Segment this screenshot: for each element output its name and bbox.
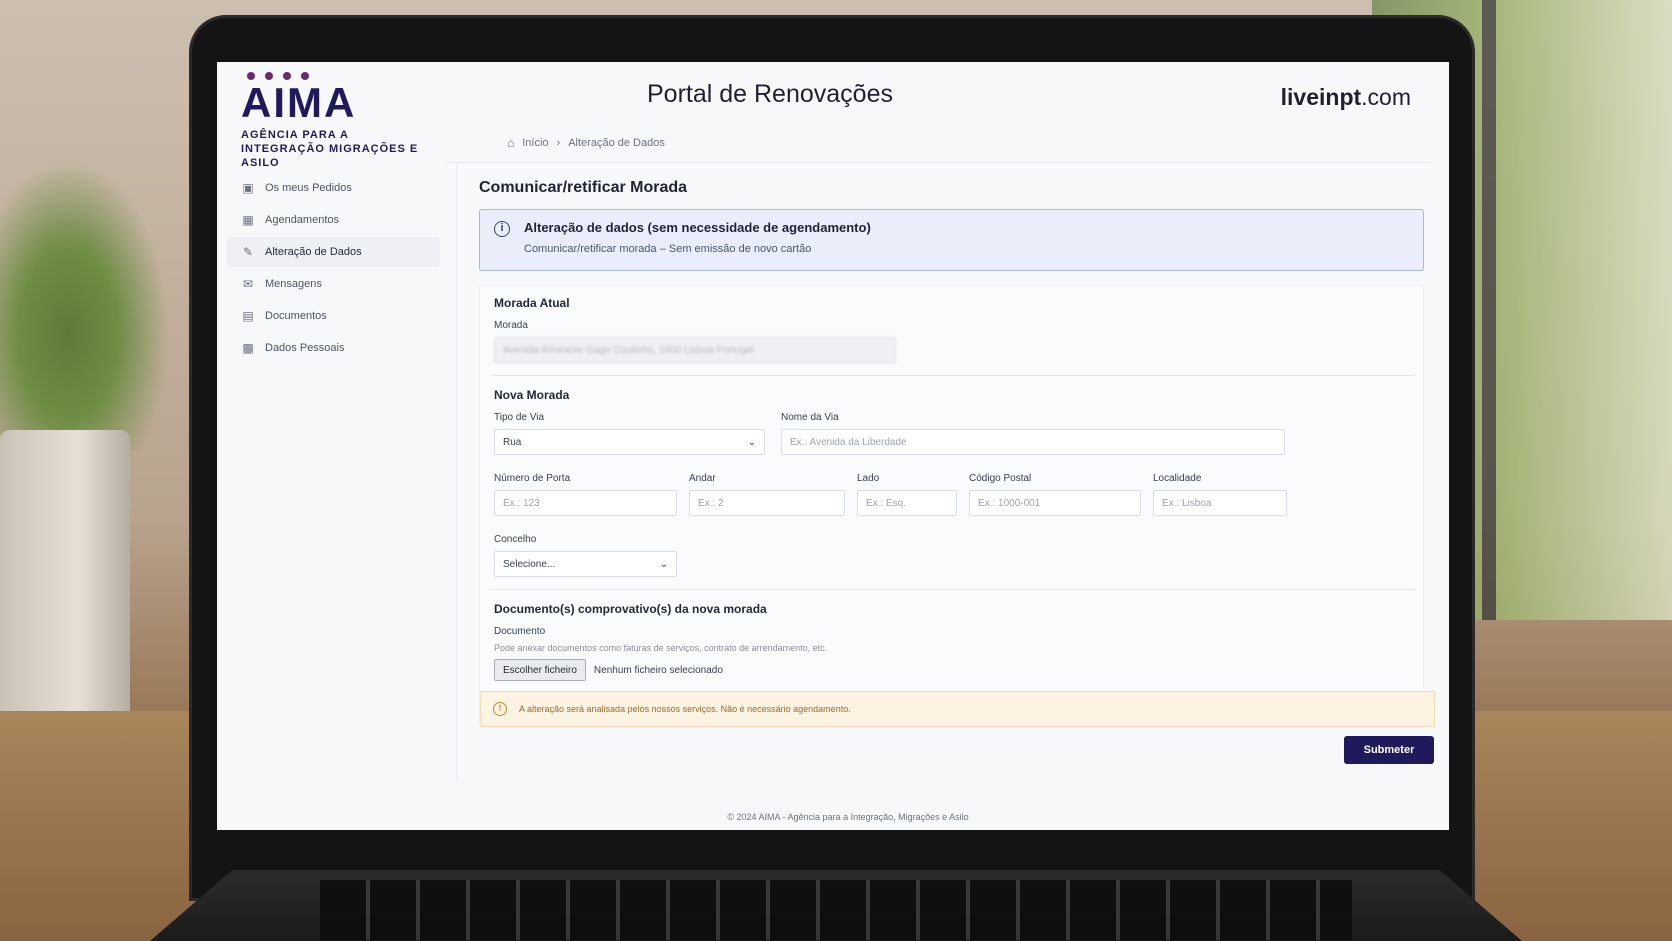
brand-bold: liveinpt [1280, 84, 1362, 110]
sidebar-item-pedidos[interactable]: ▣ Os meus Pedidos [227, 173, 440, 203]
porta-placeholder: Ex.: 123 [503, 497, 540, 509]
mail-icon: ✉ [242, 277, 254, 291]
choose-file-button[interactable]: Escolher ficheiro [494, 659, 586, 681]
current-address-label: Morada [494, 320, 528, 331]
sidebar-item-label: Alteração de Dados [265, 246, 362, 258]
laptop-keyboard [150, 870, 1522, 941]
porta-label: Número de Porta [494, 473, 571, 484]
chevron-down-icon: ⌄ [659, 558, 668, 570]
file-upload: Escolher ficheiro Nenhum ficheiro seleci… [494, 659, 1409, 691]
warning-text: A alteração será analisada pelos nossos … [519, 704, 851, 714]
pencil-icon: ✎ [242, 245, 254, 259]
brand-domain: .com [1361, 84, 1411, 110]
document-icon: ▤ [242, 309, 254, 323]
warning-banner: ! A alteração será analisada pelos nosso… [480, 691, 1435, 727]
tipo-via-label: Tipo de Via [494, 412, 545, 423]
codigo-postal-placeholder: Ex.: 1000-001 [978, 497, 1041, 509]
current-address-value: Avenida Almirante Gago Coutinho, 1000 Li… [503, 344, 754, 356]
concelho-label: Concelho [494, 534, 537, 545]
nome-via-placeholder: Ex.: Avenida da Liberdade [790, 436, 907, 448]
info-title: Alteração de dados (sem necessidade de a… [524, 220, 871, 235]
lado-placeholder: Ex.: Esq. [866, 497, 907, 509]
user-card-icon: ▩ [242, 341, 254, 355]
sidebar-item-agendamentos[interactable]: ▦ Agendamentos [227, 205, 440, 235]
tipo-via-select[interactable]: Rua ⌄ [494, 429, 765, 455]
andar-placeholder: Ex.: 2 [698, 497, 724, 509]
document-label: Documento [494, 626, 546, 637]
chevron-down-icon: ⌄ [747, 436, 756, 448]
localidade-input[interactable]: Ex.: Lisboa [1153, 490, 1287, 516]
portal-title: Portal de Renovações [647, 80, 893, 108]
calendar-icon: ▦ [242, 213, 254, 227]
nome-via-input[interactable]: Ex.: Avenida da Liberdade [781, 429, 1285, 455]
form-divider [490, 375, 1415, 376]
concelho-value: Selecione... [503, 558, 556, 570]
breadcrumb-home[interactable]: Início [522, 137, 548, 149]
main-content: Comunicar/retificar Morada i Alteração d… [479, 163, 1435, 764]
page-title: Comunicar/retificar Morada [479, 179, 688, 196]
warning-icon: ! [493, 702, 507, 716]
background-plant [0, 160, 170, 450]
breadcrumb-current: Alteração de Dados [568, 137, 665, 149]
lado-input[interactable]: Ex.: Esq. [857, 490, 957, 516]
sidebar-item-alteracao-dados[interactable]: ✎ Alteração de Dados [227, 237, 440, 267]
brand-link[interactable]: liveinpt.com [1281, 84, 1411, 111]
form-divider [490, 589, 1415, 590]
codigo-postal-input[interactable]: Ex.: 1000-001 [969, 490, 1141, 516]
section-current-address: Morada Atual [494, 296, 570, 310]
porta-input[interactable]: Ex.: 123 [494, 490, 677, 516]
document-hint: Pode anexar documentos como faturas de s… [494, 643, 828, 653]
breadcrumb: ⌂ Início › Alteração de Dados [507, 136, 665, 150]
sidebar-item-label: Documentos [265, 310, 327, 322]
submit-button[interactable]: Submeter [1344, 736, 1434, 764]
sidebar-item-documentos[interactable]: ▤ Documentos [227, 301, 440, 331]
section-documents: Documento(s) comprovativo(s) da nova mor… [494, 602, 767, 616]
sidebar-item-label: Mensagens [265, 278, 322, 290]
andar-label: Andar [689, 473, 716, 484]
sidebar: ▣ Os meus Pedidos ▦ Agendamentos ✎ Alter… [217, 163, 457, 783]
sidebar-item-label: Dados Pessoais [265, 342, 345, 354]
clipboard-icon: ▣ [242, 181, 254, 195]
localidade-label: Localidade [1153, 473, 1202, 484]
section-new-address: Nova Morada [494, 388, 570, 402]
footer-copyright: © 2024 AIMA - Agência para a Integração,… [727, 812, 969, 822]
info-text: Comunicar/retificar morada – Sem emissão… [524, 243, 812, 255]
site-header: AIMA AGÊNCIA PARA A INTEGRAÇÃO MIGRAÇÕES… [217, 62, 1449, 169]
sidebar-item-label: Os meus Pedidos [265, 182, 352, 194]
address-form: Morada Atual Morada Avenida Almirante Ga… [479, 285, 1435, 728]
localidade-placeholder: Ex.: Lisboa [1162, 497, 1212, 509]
info-banner: i Alteração de dados (sem necessidade de… [479, 209, 1424, 271]
sidebar-item-label: Agendamentos [265, 214, 339, 226]
nome-via-label: Nome da Via [781, 412, 839, 423]
logo-word: AIMA [241, 79, 357, 126]
file-status: Nenhum ficheiro selecionado [593, 664, 723, 676]
codigo-postal-label: Código Postal [969, 473, 1032, 484]
info-icon: i [494, 221, 510, 237]
browser-screen: AIMA AGÊNCIA PARA A INTEGRAÇÃO MIGRAÇÕES… [217, 62, 1449, 830]
home-icon[interactable]: ⌂ [507, 136, 514, 150]
current-address-field: Avenida Almirante Gago Coutinho, 1000 Li… [494, 337, 896, 363]
concelho-select[interactable]: Selecione... ⌄ [494, 551, 677, 577]
breadcrumb-separator-icon: › [556, 137, 561, 149]
sidebar-item-dados-pessoais[interactable]: ▩ Dados Pessoais [227, 333, 440, 363]
andar-input[interactable]: Ex.: 2 [689, 490, 845, 516]
tipo-via-value: Rua [503, 436, 522, 448]
sidebar-item-mensagens[interactable]: ✉ Mensagens [227, 269, 440, 299]
aima-logo[interactable]: AIMA AGÊNCIA PARA A INTEGRAÇÃO MIGRAÇÕES… [241, 72, 431, 170]
lado-label: Lado [857, 473, 880, 484]
